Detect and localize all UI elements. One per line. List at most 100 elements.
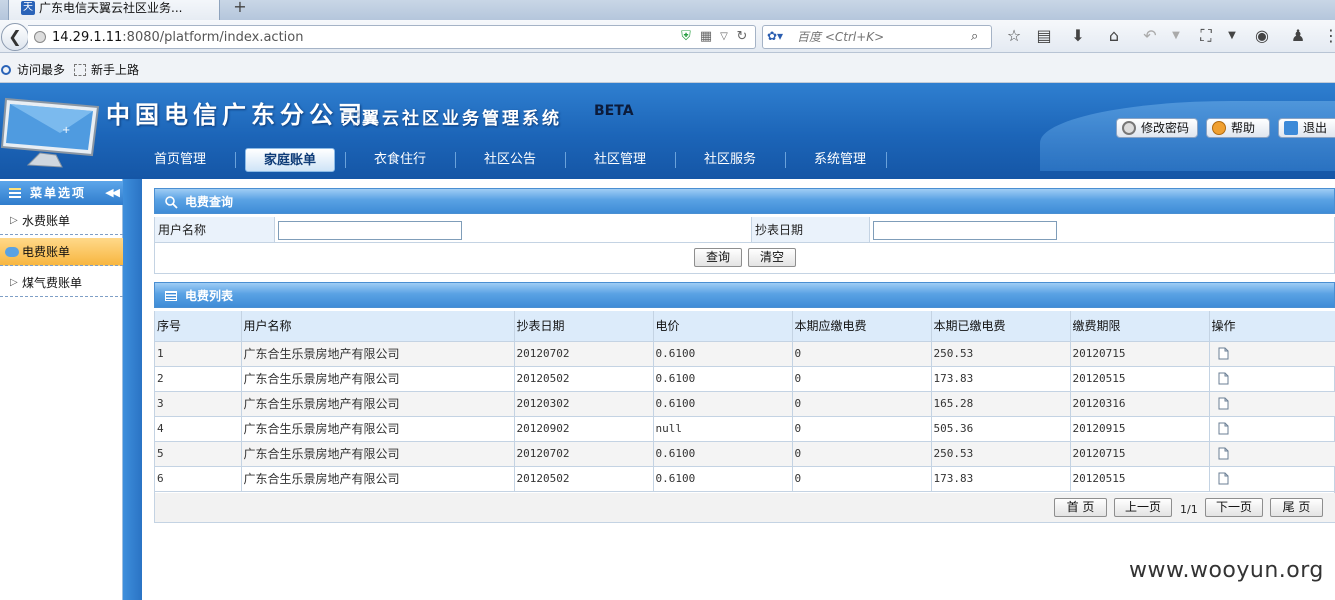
search-magnifier-icon[interactable]: ⌕: [971, 29, 987, 45]
user-name-cell: [275, 217, 752, 243]
menu-list-icon: [9, 188, 21, 198]
cell-date: 20120702: [514, 341, 654, 367]
menu-icon[interactable]: ⋮: [1320, 26, 1335, 46]
download-icon[interactable]: ⬇: [1067, 26, 1089, 46]
new-tab-button[interactable]: +: [228, 0, 252, 19]
cell-date: 20120302: [514, 391, 654, 417]
user-name-input[interactable]: [278, 221, 462, 240]
list-table-icon: [165, 291, 177, 301]
prev-page-button[interactable]: 上一页: [1114, 498, 1172, 517]
last-page-button[interactable]: 尾 页: [1270, 498, 1323, 517]
sidebar: 菜单选项 ◀◀ ▷ 水费账单 ▷ 电费账单 ▷ 煤气费账单: [0, 179, 142, 600]
meter-date-input[interactable]: [873, 221, 1057, 240]
cell-price: 0.6100: [653, 391, 793, 417]
change-password-button[interactable]: 修改密码: [1116, 118, 1198, 138]
cell-date: 20120502: [514, 366, 654, 392]
cell-paid: 250.53: [931, 341, 1071, 367]
reload-icon[interactable]: ↻: [734, 29, 750, 45]
back-arrow-icon[interactable]: ❮: [1, 23, 29, 51]
sidebar-header: 菜单选项 ◀◀: [0, 181, 123, 205]
cell-deadline: 20120915: [1070, 416, 1210, 442]
system-title: 天翼云社区业务管理系统: [342, 109, 562, 129]
watermark: www.wooyun.org: [1129, 558, 1324, 583]
cell-price: null: [653, 416, 793, 442]
cell-due: 0: [792, 441, 932, 467]
cell-date: 20120702: [514, 441, 654, 467]
nav-community-notice[interactable]: 社区公告: [455, 148, 565, 172]
search-bar[interactable]: ✿▾ ⌕: [762, 25, 992, 49]
cell-deadline: 20120515: [1070, 466, 1210, 492]
pagination: 首 页 上一页 1/1 下一页 尾 页: [155, 493, 1335, 522]
col-header-date: 抄表日期: [514, 311, 654, 342]
sidebar-item-water-bill[interactable]: ▷ 水费账单: [0, 207, 123, 235]
list-panel-title: 电费列表: [185, 289, 234, 303]
cell-index: 4: [155, 416, 242, 442]
bill-table: 序号 用户名称 抄表日期 电价 本期应缴电费 本期已缴电费 缴费期限 操作 1广…: [155, 311, 1335, 492]
clear-button[interactable]: 清空: [748, 248, 796, 267]
view-document-icon[interactable]: [1218, 372, 1229, 385]
sidebar-item-electric-bill[interactable]: ▷ 电费账单: [0, 238, 123, 266]
browser-tab[interactable]: 天 广东电信天翼云社区业务...: [8, 0, 220, 20]
tab-title: 广东电信天翼云社区业务...: [39, 1, 183, 15]
cell-action: [1209, 341, 1335, 367]
bookmark-getting-started[interactable]: 新手上路: [74, 61, 139, 78]
first-page-button[interactable]: 首 页: [1054, 498, 1107, 517]
undo-dropdown-icon[interactable]: ▼: [1165, 26, 1187, 46]
sidebar-panel: 菜单选项 ◀◀ ▷ 水费账单 ▷ 电费账单 ▷ 煤气费账单: [0, 179, 123, 600]
crop-icon[interactable]: ⛶: [1195, 26, 1217, 46]
view-document-icon[interactable]: [1218, 447, 1229, 460]
bookmark-star-icon[interactable]: ☆: [1003, 26, 1025, 46]
table-row: 6 广东合生乐景房地产有限公司 20120502 0.6100 0 173.83 20120…: [155, 466, 1335, 492]
col-header-price: 电价: [653, 311, 793, 342]
dropdown-arrow-icon[interactable]: ▽: [716, 29, 732, 45]
view-document-icon[interactable]: [1218, 472, 1229, 485]
user-account-icon[interactable]: ♟: [1287, 26, 1309, 46]
globe-icon: [34, 31, 46, 43]
search-button[interactable]: 查询: [694, 248, 742, 267]
list-panel-header: 电费列表: [154, 282, 1335, 308]
table-row: 5 广东合生乐景房地产有限公司 20120702 0.6100 0 250.53 20120…: [155, 441, 1335, 467]
view-document-icon[interactable]: [1218, 397, 1229, 410]
col-header-index: 序号: [155, 311, 242, 342]
help-button[interactable]: 帮助: [1206, 118, 1270, 138]
view-document-icon[interactable]: [1218, 422, 1229, 435]
svg-text:+: +: [62, 125, 70, 136]
collapse-chevron-icon[interactable]: ◀◀: [105, 181, 120, 205]
crop-dropdown-icon[interactable]: ▼: [1221, 26, 1243, 46]
arrow-right-icon: ▷: [5, 247, 19, 257]
view-document-icon[interactable]: [1218, 347, 1229, 360]
cell-deadline: 20120316: [1070, 391, 1210, 417]
baidu-paw-icon[interactable]: ✿▾: [767, 29, 793, 45]
url-bar[interactable]: 14.29.1.11:8080/platform/index.action ⛨ …: [28, 25, 756, 49]
cell-user: 广东合生乐景房地产有限公司: [241, 366, 515, 392]
nav-system-management[interactable]: 系统管理: [785, 148, 895, 172]
bookmarks-bar: 访问最多 新手上路: [0, 53, 1335, 83]
next-page-button[interactable]: 下一页: [1205, 498, 1263, 517]
nav-family-bill[interactable]: 家庭账单: [245, 148, 335, 172]
nav-home-management[interactable]: 首页管理: [125, 148, 235, 172]
sidebar-item-gas-bill[interactable]: ▷ 煤气费账单: [0, 269, 123, 297]
shield-icon[interactable]: ⛨: [678, 29, 694, 45]
meter-date-label: 抄表日期: [752, 217, 870, 243]
cell-index: 1: [155, 341, 242, 367]
reading-list-icon[interactable]: ▤: [1033, 26, 1055, 46]
cell-date: 20120502: [514, 466, 654, 492]
query-form: 用户名称 抄表日期 查询 清空: [154, 217, 1335, 274]
url-host: 14.29.1.11: [52, 30, 123, 45]
undo-icon[interactable]: ↶: [1139, 26, 1161, 46]
bookmark-most-visited[interactable]: 访问最多: [0, 61, 65, 78]
nav-community-service[interactable]: 社区服务: [675, 148, 785, 172]
search-input[interactable]: [797, 29, 967, 45]
logout-button[interactable]: 退出: [1278, 118, 1335, 138]
home-icon[interactable]: ⌂: [1103, 26, 1125, 46]
sidebar-splitter[interactable]: [123, 179, 142, 600]
table-header-row: 序号 用户名称 抄表日期 电价 本期应缴电费 本期已缴电费 缴费期限 操作: [155, 311, 1335, 342]
cell-price: 0.6100: [653, 341, 793, 367]
chat-bubble-icon[interactable]: ◉: [1251, 26, 1273, 46]
cell-user: 广东合生乐景房地产有限公司: [241, 466, 515, 492]
cell-due: 0: [792, 466, 932, 492]
nav-daily-life[interactable]: 衣食住行: [345, 148, 455, 172]
nav-community-management[interactable]: 社区管理: [565, 148, 675, 172]
qr-code-icon[interactable]: ▦: [698, 29, 714, 45]
cell-paid: 505.36: [931, 416, 1071, 442]
